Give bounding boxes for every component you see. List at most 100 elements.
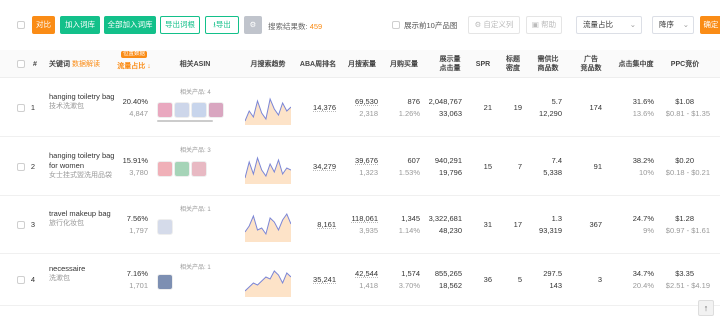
related-products-count[interactable]: 相关产品: 1 (180, 262, 211, 271)
product-thumbnail[interactable] (191, 161, 207, 177)
table-row[interactable]: 1 hanging toiletry bag 技术洗漱包 20.40% 4,84… (0, 79, 720, 137)
search-trend-sparkline[interactable] (245, 91, 291, 125)
product-thumbnail[interactable] (174, 102, 190, 118)
impressions-value: 2,048,767 (428, 97, 462, 106)
sort-order-select[interactable]: 降序 ⌄ (652, 16, 694, 34)
click-concentration-sub: 9% (643, 226, 654, 235)
traffic-share-value: 7.56% (126, 214, 148, 223)
help-icon: ▣ (531, 20, 539, 29)
monthly-search-value[interactable]: 118,061 (338, 214, 378, 224)
sort-field-select[interactable]: 流量占比 ⌄ (576, 16, 642, 34)
monthly-search-value[interactable]: 69,530 (338, 97, 378, 107)
keyword-text[interactable]: travel makeup bag (49, 209, 117, 219)
col-spr[interactable]: SPR (472, 60, 494, 69)
monthly-search-value[interactable]: 39,676 (338, 156, 378, 166)
result-count: 搜索结果数: 459 (268, 22, 323, 31)
impressions-value: 940,291 (434, 156, 462, 165)
col-ads[interactable]: 广告 竞品数 (576, 55, 606, 73)
keyword-cell[interactable]: hanging toiletry bag 技术洗漱包 (49, 92, 117, 112)
keyword-cell[interactable]: hanging toiletry bag for women 女士挂式盥洗用品袋 (49, 151, 117, 181)
traffic-share-sub: 1,701 (129, 281, 148, 290)
custom-columns-button[interactable]: ⚙ 自定义列 (468, 16, 520, 34)
show-top10-label: 展示前10产品图 (404, 21, 458, 30)
keyword-cell[interactable]: necessaire 洗漱包 (49, 264, 117, 284)
related-products-count[interactable]: 相关产品: 1 (180, 204, 211, 213)
click-concentration-value: 31.6% (632, 97, 654, 106)
col-traffic-share[interactable]: 流量占比 ↓ (114, 62, 154, 71)
product-thumbnail[interactable] (157, 274, 173, 290)
keyword-translation: 女士挂式盥洗用品袋 (49, 172, 112, 179)
product-thumbnail[interactable] (191, 102, 207, 118)
aba-rank[interactable]: 35,241 (296, 275, 336, 285)
product-thumbnail[interactable] (157, 219, 173, 235)
row-checkbox[interactable] (17, 221, 25, 229)
related-asin-thumbnails[interactable] (157, 161, 208, 179)
ppc-range: $0.97 - $1.61 (665, 226, 710, 235)
keyword-text[interactable]: hanging toiletry bag for women (49, 151, 117, 171)
col-monthly-purchase[interactable]: 月购买量 (388, 60, 420, 69)
col-click-concentration[interactable]: 点击集中度 (614, 60, 658, 69)
traffic-share-sub: 1,797 (129, 226, 148, 235)
thumbnail-scrollbar[interactable] (157, 120, 213, 122)
col-impressions[interactable]: 展示量 点击量 (434, 55, 466, 73)
toolbar: 对比 加入词库 全部加入词库 导出词根 ⭳导出 ⚙ 搜索结果数: 459 展示前… (0, 0, 720, 50)
monthly-search-sub: 1,418 (359, 281, 378, 290)
impressions-value: 3,322,681 (428, 214, 462, 223)
aba-rank[interactable]: 8,161 (296, 220, 336, 230)
add-all-to-list-button[interactable]: 全部加入词库 (104, 16, 156, 34)
related-asin-thumbnails[interactable] (157, 274, 174, 292)
scroll-to-top-button[interactable]: ↑ (698, 300, 714, 316)
search-trend-sparkline[interactable] (245, 208, 291, 242)
show-top10-checkbox[interactable] (392, 21, 400, 29)
related-asin-thumbnails[interactable] (157, 102, 225, 120)
row-checkbox[interactable] (17, 276, 25, 284)
ppc-value: $1.28 (675, 214, 694, 223)
aba-rank[interactable]: 34,279 (296, 162, 336, 172)
keyword-cell[interactable]: travel makeup bag 旅行化妆包 (49, 209, 117, 229)
col-title-density[interactable]: 标题 密度 (502, 55, 524, 73)
keyword-text[interactable]: hanging toiletry bag (49, 92, 117, 102)
aba-rank[interactable]: 14,376 (296, 103, 336, 113)
table-row[interactable]: 3 travel makeup bag 旅行化妆包 7.56% 1,797 相关… (0, 196, 720, 254)
product-thumbnail[interactable] (157, 161, 173, 177)
table-row[interactable]: 4 necessaire 洗漱包 7.16% 1,701 相关产品: 1 35,… (0, 254, 720, 306)
related-products-count[interactable]: 相关产品: 3 (180, 145, 211, 154)
supply-demand-value: 5.7 (551, 97, 562, 106)
title-density-value: 5 (517, 275, 522, 284)
product-count-value: 5,338 (543, 168, 562, 177)
confirm-button[interactable]: 确定 (700, 16, 720, 34)
monthly-purchase-value: 1,574 (401, 269, 420, 278)
export-button[interactable]: ⭳导出 (205, 16, 239, 34)
col-monthly-search[interactable]: 月搜索量 (346, 60, 378, 69)
col-ppc[interactable]: PPC竞价 (666, 60, 704, 69)
related-products-count[interactable]: 相关产品: 4 (180, 87, 211, 96)
row-checkbox[interactable] (17, 163, 25, 171)
product-thumbnail[interactable] (174, 161, 190, 177)
add-to-list-button[interactable]: 加入词库 (60, 16, 100, 34)
impressions-value: 855,265 (434, 269, 462, 278)
table-header: # 关键词 数据解读 流量占比 ↓ 相关ASIN 月搜索趋势 ABA周排名 月搜… (0, 50, 720, 78)
table-row[interactable]: 2 hanging toiletry bag for women 女士挂式盥洗用… (0, 137, 720, 196)
compare-button[interactable]: 对比 (32, 16, 55, 34)
col-keyword[interactable]: 关键词 数据解读 (49, 60, 100, 69)
keyword-text[interactable]: necessaire (49, 264, 117, 274)
sparkline-area (245, 99, 291, 125)
export-root-button[interactable]: 导出词根 (160, 16, 200, 34)
col-supply-demand[interactable]: 需供比 商品数 (532, 55, 564, 73)
spr-value: 21 (483, 103, 492, 112)
ppc-value: $3.35 (675, 269, 694, 278)
related-asin-thumbnails[interactable] (157, 219, 174, 237)
search-trend-sparkline[interactable] (245, 150, 291, 184)
header-checkbox[interactable] (17, 60, 25, 68)
keyword-translation: 洗漱包 (49, 275, 70, 282)
product-thumbnail[interactable] (157, 102, 173, 118)
search-trend-sparkline[interactable] (245, 263, 291, 297)
monthly-search-value[interactable]: 42,544 (338, 269, 378, 279)
select-all-checkbox[interactable] (17, 21, 25, 29)
col-aba[interactable]: ABA周排名 (298, 60, 338, 69)
product-count-value: 12,290 (539, 109, 562, 118)
row-checkbox[interactable] (17, 104, 25, 112)
help-button[interactable]: ▣ 帮助 (526, 16, 562, 34)
settings-icon-button[interactable]: ⚙ (244, 16, 262, 34)
product-thumbnail[interactable] (208, 102, 224, 118)
